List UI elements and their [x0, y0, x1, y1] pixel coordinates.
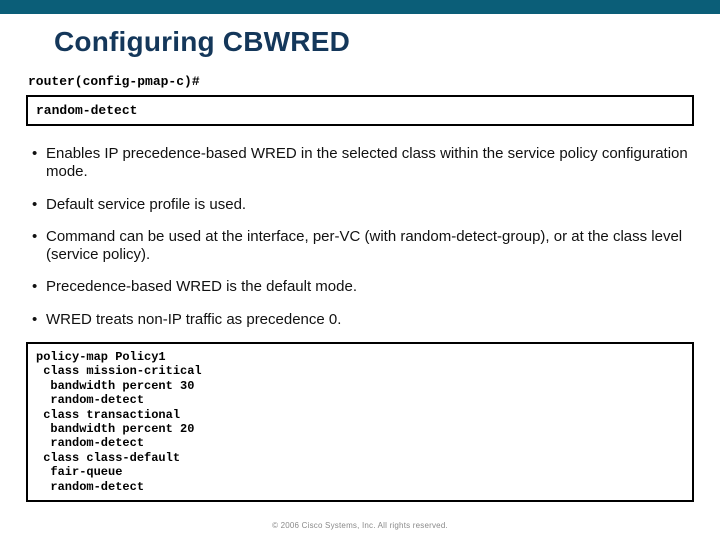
- top-accent-bar: [0, 0, 720, 14]
- bullet-text: Default service profile is used.: [46, 196, 698, 214]
- bullet-dot-icon: •: [32, 228, 46, 246]
- bullet-text: Command can be used at the interface, pe…: [46, 228, 698, 265]
- bullet-item: • WRED treats non-IP traffic as preceden…: [32, 304, 698, 336]
- bullet-list: • Enables IP precedence-based WRED in th…: [0, 132, 720, 338]
- bullet-dot-icon: •: [32, 196, 46, 214]
- code-box: policy-map Policy1 class mission-critica…: [26, 342, 694, 502]
- bullet-item: • Command can be used at the interface, …: [32, 221, 698, 272]
- slide: Configuring CBWRED router(config-pmap-c)…: [0, 0, 720, 540]
- bullet-dot-icon: •: [32, 278, 46, 296]
- cli-prompt: router(config-pmap-c)#: [0, 72, 720, 93]
- bullet-text: WRED treats non-IP traffic as precedence…: [46, 311, 698, 329]
- bullet-item: • Precedence-based WRED is the default m…: [32, 271, 698, 303]
- copyright-footer: © 2006 Cisco Systems, Inc. All rights re…: [0, 521, 720, 530]
- slide-title: Configuring CBWRED: [0, 14, 720, 72]
- bullet-text: Enables IP precedence-based WRED in the …: [46, 145, 698, 182]
- bullet-item: • Default service profile is used.: [32, 189, 698, 221]
- command-text: random-detect: [36, 103, 137, 118]
- bullet-dot-icon: •: [32, 145, 46, 163]
- command-box: random-detect: [26, 95, 694, 126]
- bullet-item: • Enables IP precedence-based WRED in th…: [32, 138, 698, 189]
- bullet-dot-icon: •: [32, 311, 46, 329]
- bullet-text: Precedence-based WRED is the default mod…: [46, 278, 698, 296]
